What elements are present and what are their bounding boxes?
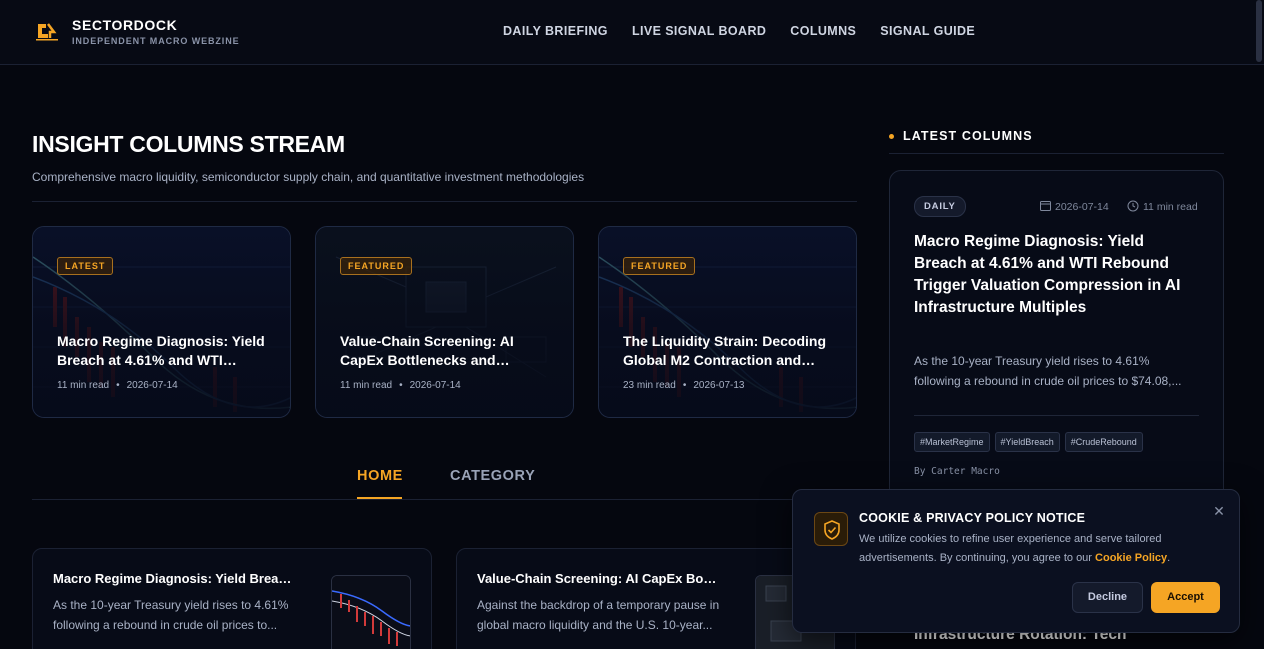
list-item-title[interactable]: Value-Chain Screening: AI CapEx Bottlene… [477,571,717,586]
featured-card[interactable]: FEATURED Value-Chain Screening: AI CapEx… [315,226,574,418]
publish-date: 2026-07-13 [693,380,745,391]
featured-card-title[interactable]: The Liquidity Strain: Decoding Global M2… [623,332,838,370]
author-byline: By Carter Macro [914,466,1000,477]
cookie-banner: COOKIE & PRIVACY POLICY NOTICE We utiliz… [792,489,1240,633]
tag-chip[interactable]: #CrudeRebound [1064,432,1143,452]
section-divider [32,201,857,202]
badge-featured: FEATURED [340,257,413,275]
category-badge[interactable]: DAILY [914,196,966,217]
calendar-icon [1040,201,1051,211]
page-scrollbar[interactable] [1256,0,1262,62]
publish-date-text: 2026-07-14 [1055,201,1109,213]
tag-chip[interactable]: #MarketRegime [914,432,990,452]
read-time: 11 min read [1127,200,1198,213]
nav-live-signal-board[interactable]: LIVE SIGNAL BOARD [632,24,766,38]
featured-card[interactable]: FEATURED The Liquidity Strain: Decoding … [598,226,857,418]
read-time: 11 min read [340,380,393,391]
sidebar-article-excerpt: As the 10-year Treasury yield rises to 4… [914,354,1182,388]
list-item-thumbnail [331,575,411,649]
tag-chip[interactable]: #YieldBreach [994,432,1060,452]
page-title: INSIGHT COLUMNS STREAM [32,131,345,157]
brand-name[interactable]: SECTORDOCK [72,17,177,33]
badge-latest: LATEST [57,257,114,275]
cookie-title: COOKIE & PRIVACY POLICY NOTICE [859,511,1086,525]
accept-button[interactable]: Accept [1151,582,1220,613]
featured-card-title[interactable]: Macro Regime Diagnosis: Yield Breach at … [57,332,272,370]
read-time: 23 min read [623,380,676,391]
active-tab-indicator [357,497,402,499]
main-nav: DAILY BRIEFING LIVE SIGNAL BOARD COLUMNS… [503,24,975,38]
shield-icon [824,520,840,540]
publish-date: 2026-07-14 [1040,200,1109,213]
read-time: 11 min read [57,380,110,391]
nav-signal-guide[interactable]: SIGNAL GUIDE [880,24,975,38]
list-item-title[interactable]: Macro Regime Diagnosis: Yield Breach at … [53,571,293,586]
sidebar-heading: LATEST COLUMNS [903,129,1033,143]
clock-icon [1127,200,1139,212]
sidebar-article-title[interactable]: Macro Regime Diagnosis: Yield Breach at … [914,231,1189,319]
featured-card[interactable]: LATEST Macro Regime Diagnosis: Yield Bre… [32,226,291,418]
featured-card-meta: 23 min read • 2026-07-13 [623,380,745,391]
cookie-message: We utilize cookies to refine user experi… [859,533,1171,564]
featured-card-meta: 11 min read • 2026-07-14 [57,380,178,391]
chart-thumbnail-image [332,576,410,649]
read-time-text: 11 min read [1143,201,1198,213]
shield-icon-box [814,512,848,546]
publish-date: 2026-07-14 [409,380,461,391]
decline-button[interactable]: Decline [1072,582,1143,613]
list-item[interactable]: Macro Regime Diagnosis: Yield Breach at … [32,548,432,649]
featured-card-title[interactable]: Value-Chain Screening: AI CapEx Bottlene… [340,332,555,370]
list-item-excerpt: As the 10-year Treasury yield rises to 4… [53,598,289,632]
cookie-policy-link[interactable]: Cookie Policy [1095,552,1167,564]
list-item-excerpt: Against the backdrop of a temporary paus… [477,598,720,632]
card-divider [914,415,1199,416]
tag-list: #MarketRegime #YieldBreach #CrudeRebound [914,432,1143,452]
site-header: SECTORDOCK INDEPENDENT MACRO WEBZINE DAI… [0,0,1264,65]
badge-featured: FEATURED [623,257,696,275]
nav-daily-briefing[interactable]: DAILY BRIEFING [503,24,608,38]
page-subtitle: Comprehensive macro liquidity, semicondu… [32,170,585,184]
featured-card-meta: 11 min read • 2026-07-14 [340,380,461,391]
brand-tagline: INDEPENDENT MACRO WEBZINE [72,36,240,46]
tab-divider [32,499,857,500]
brand-logo-icon[interactable] [34,20,60,42]
section-dot-icon [889,134,894,139]
nav-columns[interactable]: COLUMNS [790,24,856,38]
tab-category[interactable]: CATEGORY [450,468,535,484]
publish-date: 2026-07-14 [126,380,178,391]
sidebar-divider [889,153,1224,154]
close-icon[interactable]: ✕ [1211,503,1227,519]
tab-home[interactable]: HOME [357,468,403,484]
